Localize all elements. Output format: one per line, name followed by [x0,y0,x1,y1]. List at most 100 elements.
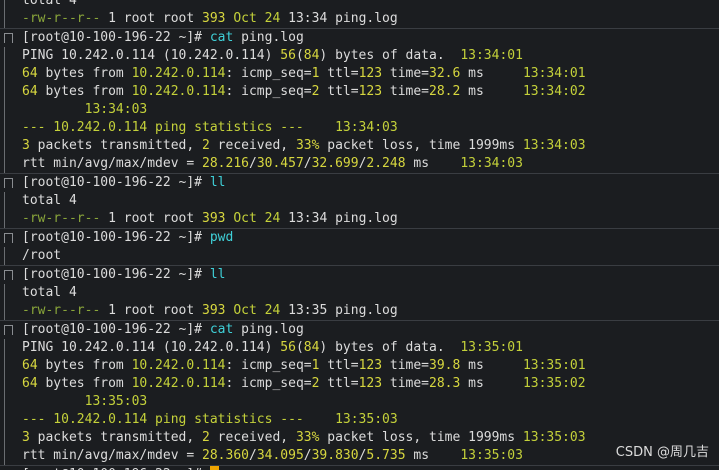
text-segment: bytes from [37,358,132,373]
text-segment: -rw-r--r-- [22,211,101,226]
prompt-line: [root@10-100-196-22 ~]# [0,465,719,470]
text-segment: packets transmitted, [29,430,203,445]
text-segment: 1 root root [100,11,203,26]
text-segment: ( [295,340,304,355]
text-segment: 123 [358,66,383,81]
text-segment: total 4 [22,0,77,8]
text-segment: 393 [202,11,226,26]
text-segment: 393 [202,303,226,318]
text-segment: packets transmitted, [29,138,203,153]
output-line: rtt min/avg/max/mdev = 28.216/30.457/32.… [0,155,719,173]
text-segment [22,102,85,117]
text-segment: received, [209,430,296,445]
terminal-output[interactable]: total 4 -rw-r--r-- 1 root root 393 Oct 24… [0,0,719,470]
text-segment: 28.360 [202,448,249,463]
text-segment: 39.830 [311,448,359,463]
text-segment: 13:35:01 [522,358,586,373]
text-segment: ms [460,376,523,391]
text-segment: 2 [202,430,210,445]
text-segment: packet loss, time 1999ms [319,430,523,445]
text-segment: -rw-r--r-- [22,303,101,318]
text-segment: time= [382,358,430,373]
text-segment: / [248,448,257,463]
text-segment: 64 [22,66,38,81]
text-segment: [root@10-100-196-22 ~]# [22,322,210,337]
text-segment: total 4 [22,193,77,208]
text-segment: total 4 [22,285,77,300]
text-segment: ttl= [319,376,359,391]
prompt-line: [root@10-100-196-22 ~]# cat ping.log [0,320,719,339]
text-segment: rtt min/avg/max/mdev = [22,156,203,171]
text-segment: bytes from [37,66,132,81]
text-segment: [root@10-100-196-22 ~]# [22,230,210,245]
text-segment: 56 [280,340,296,355]
text-segment: ms [405,156,461,171]
gutter-line [4,192,5,210]
collapse-bracket-icon[interactable] [4,270,13,280]
text-segment: PING 10.242.0.114 (10.242.0.114) [22,48,281,63]
text-segment: 30.457 [256,156,304,171]
text-segment: 10.242.0.114 [131,66,226,81]
output-line: rtt min/avg/max/mdev = 28.360/34.095/39.… [0,447,719,465]
text-segment: pwd [209,230,234,245]
text-segment: -rw-r--r-- [22,11,101,26]
text-segment: Oct 24 [233,211,281,226]
text-segment: 64 [22,376,38,391]
text-segment: 13:34:02 [522,84,586,99]
text-segment: [root@10-100-196-22 ~]# [22,30,210,45]
output-line: total 4 [0,192,719,210]
text-segment: 5.735 [366,448,406,463]
gutter-line [4,210,5,228]
text-segment: 13:34:01 [460,48,523,63]
gutter-line [4,47,5,65]
text-segment: 39.8 [429,358,461,373]
text-segment: ttl= [319,84,359,99]
output-line: PING 10.242.0.114 (10.242.0.114) 56(84) … [0,339,719,357]
text-segment: 84 [303,340,320,355]
text-segment: bytes from [37,376,132,391]
output-line: -rw-r--r-- 1 root root 393 Oct 24 13:34 … [0,210,719,228]
text-segment: : icmp_seq= [225,66,312,81]
text-segment: : icmp_seq= [225,376,312,391]
output-line: -rw-r--r-- 1 root root 393 Oct 24 13:35 … [0,302,719,320]
text-segment: 10.242.0.114 [131,376,226,391]
output-line: 13:35:03 [0,393,719,411]
text-segment: ll [209,267,226,282]
text-segment: Oct 24 [233,11,281,26]
output-line: --- 10.242.0.114 ping statistics --- 13:… [0,119,719,137]
text-segment: 13:34:01 [522,66,586,81]
text-segment: 32.699 [311,156,359,171]
text-segment: Oct 24 [233,303,281,318]
collapse-bracket-icon[interactable] [4,233,13,243]
text-segment: ms [460,66,523,81]
text-segment: 13:35:02 [522,376,586,391]
output-line: 3 packets transmitted, 2 received, 33% p… [0,137,719,155]
text-segment: [root@10-100-196-22 ~]# [22,175,210,190]
collapse-bracket-icon[interactable] [4,33,13,43]
collapse-bracket-icon[interactable] [4,325,13,335]
collapse-bracket-icon[interactable] [4,178,13,188]
gutter-line [4,357,5,375]
gutter-line [4,393,5,411]
terminal-cursor [209,466,219,470]
text-segment: time= [382,66,430,81]
text-segment: packet loss, time 1999ms [319,138,523,153]
gutter-line [4,101,5,119]
text-segment: ( [295,48,304,63]
gutter-line [4,429,5,447]
text-segment: 13:35 ping.log [280,303,398,318]
gutter-line [4,83,5,101]
text-segment: cat [209,322,234,337]
text-segment: 13:35:03 [522,430,586,445]
gutter-line [4,119,5,137]
text-segment: rtt min/avg/max/mdev = [22,448,203,463]
prompt-line: [root@10-100-196-22 ~]# pwd [0,228,719,247]
gutter-line [4,284,5,302]
text-segment: 393 [202,211,226,226]
text-segment: ms [460,84,523,99]
text-segment: 123 [358,358,383,373]
text-segment: 1 root root [100,211,203,226]
text-segment: received, [209,138,296,153]
text-segment: 64 [22,84,38,99]
text-segment: 13:34 ping.log [280,11,398,26]
